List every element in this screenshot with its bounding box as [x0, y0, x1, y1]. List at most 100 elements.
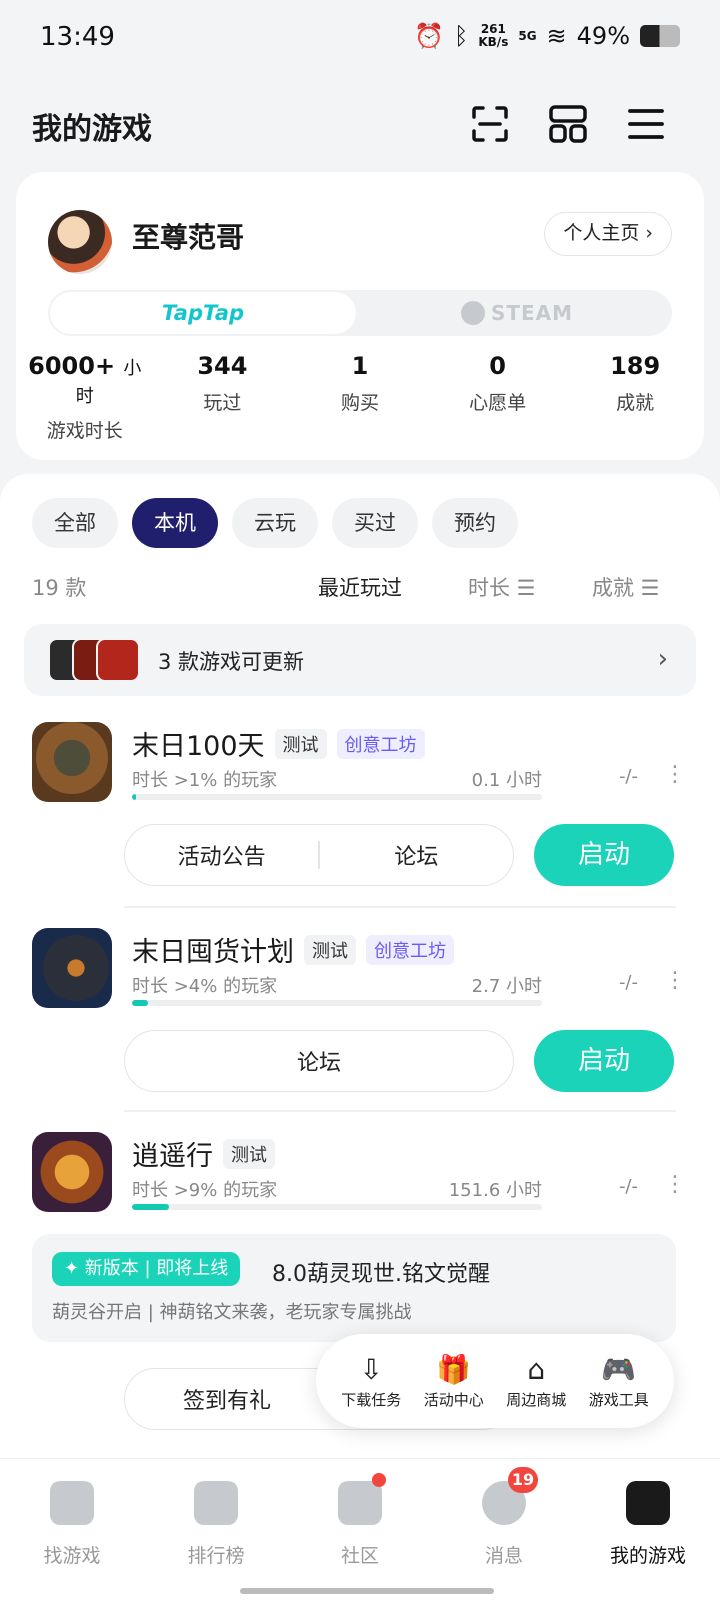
net-speed: 261 KB/s	[478, 22, 509, 49]
tab-cloud[interactable]: 云玩	[232, 498, 318, 548]
stat-played[interactable]: 344 玩过	[157, 352, 287, 443]
forum-button[interactable]: 论坛	[320, 839, 513, 871]
status-icons: ⏰ ᛒ 261 KB/s 5G ≋ 49%	[414, 22, 680, 50]
more-icon[interactable]: ⋮	[664, 1172, 686, 1197]
scan-icon[interactable]	[468, 102, 512, 146]
sort-recent[interactable]: 最近玩过	[318, 572, 402, 602]
launch-button[interactable]: 启动	[534, 1030, 674, 1092]
message-count-badge: 19	[508, 1467, 538, 1493]
update-icon-3	[96, 638, 140, 682]
game-tools-button[interactable]: 🎮 游戏工具	[580, 1353, 658, 1410]
game-hours: 0.1 小时	[471, 770, 542, 791]
update-game-icons	[48, 638, 142, 682]
header: 我的游戏	[0, 90, 720, 160]
sort-duration[interactable]: 时长 ☰	[468, 572, 536, 602]
game-count: 19 款	[32, 576, 87, 600]
bluetooth-icon: ᛒ	[453, 22, 469, 50]
discover-icon	[50, 1481, 94, 1525]
tab-reserved[interactable]: 预约	[432, 498, 518, 548]
battery-icon	[640, 25, 680, 47]
tab-purchased[interactable]: 买过	[332, 498, 418, 548]
more-icon[interactable]: ⋮	[664, 762, 686, 787]
grid-icon[interactable]	[546, 102, 590, 146]
page-title: 我的游戏	[32, 112, 152, 147]
status-time: 13:49	[40, 22, 115, 52]
stats-row: 6000+ 小时 游戏时长 344 玩过 1 购买 0 心愿单 189 成就	[16, 352, 704, 443]
news-subtitle: 葫灵谷开启 | 神葫铭文来袭，老玩家专属挑战	[52, 1302, 412, 1323]
tab-all[interactable]: 全部	[32, 498, 118, 548]
game-hours: 151.6 小时	[448, 1180, 542, 1201]
news-card[interactable]: ✦ 新版本 | 即将上线 8.0葫灵现世.铭文觉醒 葫灵谷开启 | 神葫铭文来袭…	[32, 1234, 676, 1342]
tag-test: 测试	[304, 934, 356, 965]
divider	[124, 1110, 676, 1112]
game-playtime-rank: 时长 >4% 的玩家	[132, 976, 278, 997]
filter-tabs: 全部 本机 云玩 买过 预约	[32, 498, 518, 548]
forum-button[interactable]: 论坛	[125, 1045, 513, 1077]
steam-icon	[460, 301, 485, 325]
tag-test: 测试	[274, 728, 327, 759]
profile-card: 至尊范哥 个人主页 › TapTap STEAM 6000+ 小时 游戏时长 3…	[16, 172, 704, 460]
stat-purchased[interactable]: 1 购买	[295, 352, 425, 443]
game-playtime-rank: 时长 >9% 的玩家	[132, 1180, 278, 1201]
avatar[interactable]	[48, 210, 112, 274]
action-pill: 论坛	[124, 1030, 514, 1092]
game-title[interactable]: 末日100天	[132, 724, 265, 763]
battery-percent: 49%	[576, 22, 630, 50]
launch-button[interactable]: 启动	[534, 824, 674, 886]
bottom-nav: 找游戏 排行榜 社区 19 消息 我的游戏	[0, 1458, 720, 1600]
menu-icon[interactable]	[624, 102, 668, 146]
stat-playtime[interactable]: 6000+ 小时 游戏时长	[20, 352, 150, 443]
tag-workshop: 创意工坊	[366, 934, 454, 965]
nav-discover[interactable]: 找游戏	[0, 1459, 144, 1600]
game-hours: 2.7 小时	[471, 976, 542, 997]
community-icon	[338, 1481, 382, 1525]
ranking-icon	[194, 1481, 238, 1525]
game-title[interactable]: 逍遥行	[132, 1134, 213, 1173]
game-icon[interactable]	[32, 1132, 112, 1212]
platform-toggle: TapTap STEAM	[48, 290, 672, 336]
game-icon[interactable]	[32, 722, 112, 802]
floating-toolbar: ⇩ 下载任务 🎁 活动中心 ⌂ 周边商城 🎮 游戏工具	[316, 1334, 674, 1428]
merch-shop-button[interactable]: ⌂ 周边商城	[497, 1353, 575, 1410]
playtime-progress	[132, 794, 542, 800]
games-panel: 全部 本机 云玩 买过 预约 19 款 最近玩过 时长 ☰ 成就 ☰ 3 款游戏…	[0, 474, 720, 1484]
sort-achievement[interactable]: 成就 ☰	[592, 572, 660, 602]
game-achievement: -/-	[618, 766, 638, 787]
game-achievement: -/-	[618, 1176, 638, 1197]
announcement-button[interactable]: 活动公告	[125, 839, 318, 871]
playtime-progress	[132, 1000, 542, 1006]
network-type: 5G	[518, 28, 537, 43]
game-achievement: -/-	[618, 972, 638, 993]
nav-my-games[interactable]: 我的游戏	[576, 1459, 720, 1600]
gamepad-icon: 🎮	[601, 1352, 637, 1386]
game-title[interactable]: 末日囤货计划	[132, 930, 294, 969]
alarm-icon: ⏰	[414, 22, 444, 50]
playtime-progress	[132, 1204, 542, 1210]
chevron-right-icon: ›	[657, 644, 668, 674]
taptap-tab[interactable]: TapTap	[50, 292, 356, 334]
steam-tab[interactable]: STEAM	[364, 292, 670, 334]
new-version-badge: ✦ 新版本 | 即将上线	[52, 1252, 241, 1286]
game-icon[interactable]	[32, 928, 112, 1008]
home-indicator[interactable]	[240, 1588, 494, 1594]
username: 至尊范哥	[132, 221, 245, 254]
action-pill: 活动公告 论坛	[124, 824, 514, 886]
download-tasks-button[interactable]: ⇩ 下载任务	[332, 1353, 410, 1410]
notification-dot	[372, 1473, 386, 1487]
shop-icon: ⌂	[527, 1352, 546, 1386]
update-banner[interactable]: 3 款游戏可更新 ›	[24, 624, 696, 696]
sort-row: 19 款 最近玩过 时长 ☰ 成就 ☰	[0, 568, 720, 608]
wifi-icon: ≋	[546, 22, 567, 50]
stat-achievements[interactable]: 189 成就	[570, 352, 700, 443]
homepage-button[interactable]: 个人主页 ›	[544, 212, 672, 256]
news-title: 8.0葫灵现世.铭文觉醒	[272, 1262, 490, 1287]
nav-messages[interactable]: 19 消息	[432, 1459, 576, 1600]
nav-community[interactable]: 社区	[288, 1459, 432, 1600]
tag-test: 测试	[223, 1138, 275, 1169]
event-center-button[interactable]: 🎁 活动中心	[415, 1353, 493, 1410]
stat-wishlist[interactable]: 0 心愿单	[433, 352, 563, 443]
more-icon[interactable]: ⋮	[664, 968, 686, 993]
tab-local[interactable]: 本机	[132, 498, 218, 548]
download-icon: ⇩	[359, 1352, 383, 1386]
nav-ranking[interactable]: 排行榜	[144, 1459, 288, 1600]
